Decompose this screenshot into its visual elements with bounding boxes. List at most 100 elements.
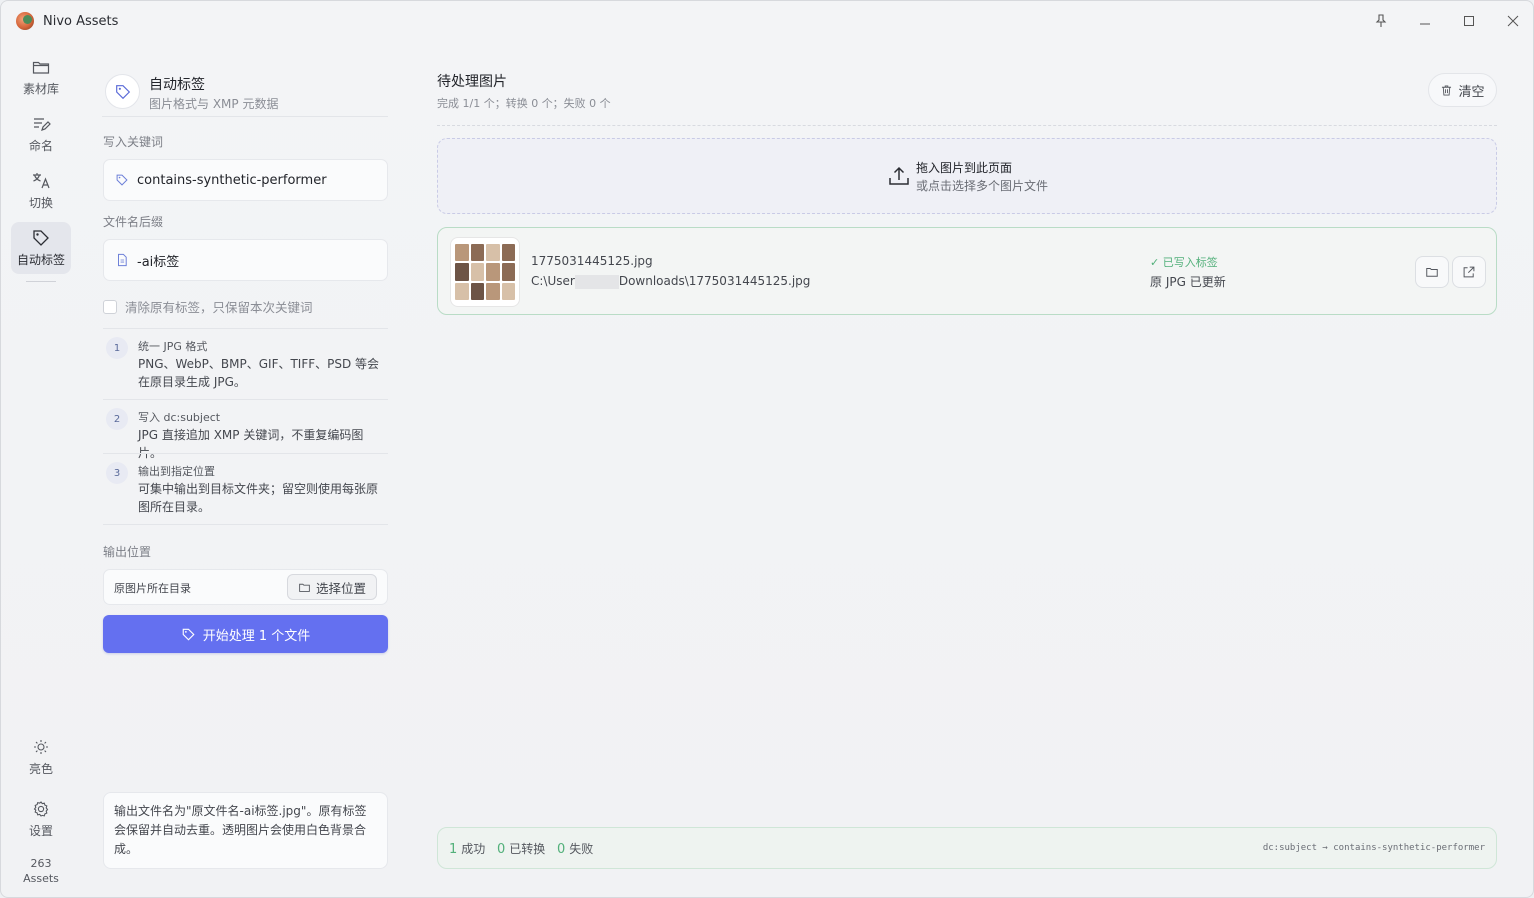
- maximize-button[interactable]: [1455, 9, 1483, 33]
- clear-label: 清空: [1458, 84, 1485, 100]
- nav-item-label: 切换: [28, 196, 53, 210]
- drop-zone[interactable]: 拖入图片到此页面 或点击选择多个图片文件: [437, 138, 1497, 214]
- folder-icon: [32, 61, 50, 74]
- summary-success: 1 成功: [449, 840, 485, 857]
- status-detail: 原 JPG 已更新: [1150, 275, 1226, 289]
- settings-button[interactable]: 设置: [11, 793, 71, 845]
- edit-list-icon: [34, 118, 51, 131]
- clear-tags-option[interactable]: 清除原有标签，只保留本次关键词: [103, 297, 313, 316]
- step-item: 1 统一 JPG 格式 PNG、WebP、BMP、GIF、TIFF、PSD 等会…: [103, 328, 388, 399]
- maximize-icon: [1464, 16, 1474, 26]
- drop-title: 拖入图片到此页面: [916, 161, 1013, 175]
- external-link-icon: [1463, 266, 1475, 278]
- keyword-value: contains-synthetic-performer: [137, 172, 327, 188]
- upload-icon: [889, 166, 909, 185]
- file-thumbnail: [450, 237, 520, 307]
- status-text: 已写入标签: [1162, 256, 1218, 269]
- output-path-value: 原图片所在目录: [114, 582, 191, 595]
- step-item: 3 输出到指定位置 可集中输出到目标文件夹；留空则使用每张原图所在目录。: [103, 453, 388, 525]
- suffix-value: -ai标签: [137, 254, 180, 270]
- asset-count-number: 263: [30, 857, 52, 870]
- pin-icon: [1375, 14, 1387, 27]
- file-card[interactable]: 1775031445125.jpg C:\User Downloads\17750…: [437, 227, 1497, 315]
- settings-label: 设置: [28, 824, 53, 838]
- rail-divider: [26, 281, 56, 282]
- step-title: 统一 JPG 格式: [138, 340, 208, 353]
- file-path: C:\User Downloads\1775031445125.jpg: [531, 274, 810, 289]
- status-badge: ✓ 已写入标签: [1150, 254, 1218, 270]
- success-count: 1: [449, 842, 458, 857]
- suffix-label: 文件名后缀: [103, 215, 164, 229]
- converted-label: 已转换: [509, 842, 546, 856]
- pin-button[interactable]: [1367, 9, 1395, 33]
- check-icon: ✓: [1150, 256, 1163, 269]
- panel-header: 自动标签 图片格式与 XMP 元数据: [102, 71, 388, 117]
- keyword-input[interactable]: contains-synthetic-performer: [103, 159, 388, 201]
- theme-toggle[interactable]: 亮色: [11, 731, 71, 783]
- app-logo: [16, 12, 34, 30]
- step-text: PNG、WebP、BMP、GIF、TIFF、PSD 等会在原目录生成 JPG。: [138, 357, 380, 389]
- file-icon: [118, 253, 127, 267]
- clear-tags-checkbox[interactable]: [103, 299, 117, 314]
- close-icon: [1507, 15, 1519, 27]
- output-label: 输出位置: [103, 545, 152, 559]
- title-bar: Nivo Assets: [1, 1, 1533, 41]
- summary-bar: 1 成功 0 已转换 0 失败 dc:subject → contains-synth…: [437, 827, 1497, 869]
- converted-count: 0: [497, 842, 506, 857]
- translate-icon: [33, 173, 50, 189]
- trash-icon: [1442, 84, 1452, 96]
- app-title: Nivo Assets: [43, 14, 119, 29]
- choose-location-button[interactable]: 选择位置: [287, 574, 377, 600]
- app-window: Nivo Assets 素材库 命名 切换 自动标签 亮色 设置 263 Ass…: [0, 0, 1534, 898]
- main-title: 待处理图片: [437, 74, 507, 90]
- choose-location-label: 选择位置: [315, 580, 366, 596]
- theme-label: 亮色: [28, 762, 53, 776]
- minimize-icon: [1420, 23, 1430, 25]
- start-processing-label: 开始处理 1 个文件: [202, 628, 311, 644]
- clear-button[interactable]: 清空: [1428, 73, 1497, 107]
- autotag-panel: 自动标签 图片格式与 XMP 元数据 写入关键词 contains-synthe…: [102, 41, 388, 897]
- nav-item-autotag[interactable]: 自动标签: [11, 222, 71, 274]
- success-label: 成功: [461, 842, 486, 856]
- start-processing-button[interactable]: 开始处理 1 个文件: [103, 615, 388, 653]
- file-name: 1775031445125.jpg: [531, 254, 653, 268]
- file-path-suffix: Downloads\1775031445125.jpg: [618, 274, 811, 288]
- step-item: 2 写入 dc:subject JPG 直接追加 XMP 关键词，不重复编码图片…: [103, 399, 388, 460]
- sun-icon: [34, 740, 48, 754]
- panel-subtitle: 图片格式与 XMP 元数据: [149, 97, 279, 111]
- nav-item-switch[interactable]: 切换: [11, 165, 71, 217]
- summary-converted: 0 已转换: [497, 840, 545, 857]
- keyword-mapping: dc:subject → contains-synthetic-performe…: [1262, 843, 1485, 853]
- nav-item-rename[interactable]: 命名: [11, 108, 71, 160]
- asset-count-unit: Assets: [23, 872, 59, 885]
- folder-open-icon: [1426, 268, 1438, 277]
- step-number: 2: [106, 408, 128, 430]
- main-divider: [437, 125, 1497, 126]
- panel-title: 自动标签: [149, 77, 205, 93]
- nav-item-label: 素材库: [22, 82, 59, 96]
- tag-icon: [33, 230, 49, 246]
- clear-tags-label: 清除原有标签，只保留本次关键词: [125, 300, 313, 315]
- asset-count: 263 Assets: [11, 856, 71, 886]
- tag-icon: [116, 174, 128, 186]
- open-external-button[interactable]: [1452, 256, 1486, 288]
- step-number: 3: [106, 462, 128, 484]
- open-folder-button[interactable]: [1415, 256, 1449, 288]
- nav-item-label: 命名: [28, 139, 53, 153]
- suffix-input[interactable]: -ai标签: [103, 239, 388, 281]
- folder-icon: [299, 583, 310, 592]
- step-number: 1: [106, 337, 128, 359]
- output-note: 输出文件名为"原文件名-ai标签.jpg"。原有标签会保留并自动去重。透明图片会…: [103, 792, 388, 869]
- nav-rail: 素材库 命名 切换 自动标签 亮色 设置 263 Assets: [1, 41, 81, 897]
- pending-images-area: 待处理图片 完成 1/1 个；转换 0 个；失败 0 个 清空 拖入图片到此页面…: [437, 41, 1497, 897]
- keyword-label: 写入关键词: [103, 135, 164, 149]
- minimize-button[interactable]: [1411, 9, 1439, 33]
- failed-label: 失败: [569, 842, 594, 856]
- main-subtitle: 完成 1/1 个；转换 0 个；失败 0 个: [437, 97, 611, 110]
- step-text: 可集中输出到目标文件夹；留空则使用每张原图所在目录。: [138, 482, 379, 514]
- output-location-field[interactable]: 原图片所在目录 选择位置: [103, 569, 388, 605]
- step-title: 输出到指定位置: [138, 465, 215, 478]
- close-button[interactable]: [1499, 9, 1527, 33]
- step-title: 写入 dc:subject: [138, 411, 221, 424]
- nav-item-library[interactable]: 素材库: [11, 51, 71, 103]
